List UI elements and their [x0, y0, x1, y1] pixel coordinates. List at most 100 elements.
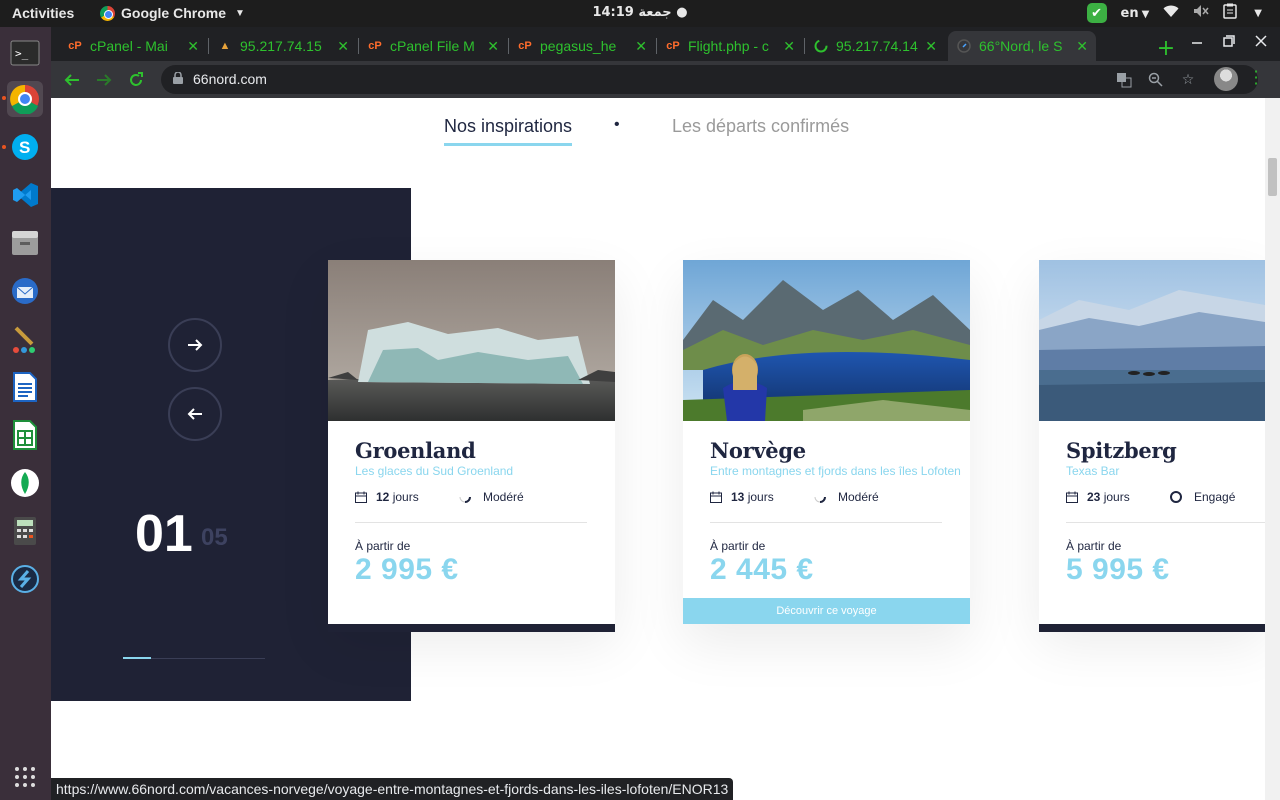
price-from-label: À partir de — [710, 539, 766, 553]
thunderbird-icon[interactable] — [7, 273, 43, 309]
web-page: Nos inspirations • Les départs confirmés… — [51, 98, 1280, 800]
close-tab-icon[interactable]: ✕ — [925, 38, 937, 55]
show-applications-icon[interactable] — [7, 759, 43, 795]
mongodb-icon[interactable] — [7, 465, 43, 501]
trip-days-number: 12 — [376, 490, 390, 504]
app-launcher-s-icon[interactable] — [7, 561, 43, 597]
reload-button[interactable] — [123, 67, 149, 93]
arrow-left-icon — [64, 74, 79, 86]
discover-trip-button[interactable]: Découvrir ce voyage — [683, 598, 970, 624]
svg-text:>_: >_ — [15, 47, 29, 60]
tab-ip-1[interactable]: ▲ 95.217.74.15 ✕ — [209, 31, 357, 61]
restore-icon[interactable] — [1223, 35, 1235, 51]
writer-icon[interactable] — [7, 369, 43, 405]
trip-card-spitzberg[interactable]: Spitzberg Texas Bar 23 jours Engagé À pa… — [1039, 260, 1280, 632]
tab-flight-php[interactable]: cP Flight.php - c ✕ — [657, 31, 803, 61]
back-button[interactable] — [59, 67, 85, 93]
calc-spreadsheet-icon[interactable] — [7, 417, 43, 453]
iceberg-photo — [328, 260, 615, 421]
files-icon[interactable] — [7, 225, 43, 261]
new-tab-button[interactable]: + — [1154, 36, 1178, 61]
trip-card-body: Norvège Entre montagnes et fjords dans l… — [710, 438, 970, 587]
trip-difficulty: Modéré — [459, 490, 524, 504]
close-tab-icon[interactable]: ✕ — [635, 38, 647, 55]
next-slide-button[interactable] — [168, 318, 222, 372]
volume-muted-icon[interactable] — [1193, 4, 1209, 22]
warning-icon: ▲ — [219, 40, 231, 52]
tab-nos-inspirations[interactable]: Nos inspirations — [444, 116, 573, 146]
tab-strip: cP cPanel - Mai ✕ ▲ 95.217.74.15 ✕ cP cP… — [51, 27, 1280, 61]
card-divider — [1066, 522, 1280, 523]
tab-cpanel-file-manager[interactable]: cP cPanel File M ✕ — [359, 31, 507, 61]
trip-days-unit: jours — [1103, 490, 1130, 504]
translate-icon[interactable] — [1114, 70, 1134, 90]
chevron-down-icon: ▼ — [1141, 8, 1150, 20]
slide-progress-fill — [123, 657, 152, 659]
tab-title: 66°Nord, le S — [979, 38, 1063, 54]
trip-meta: 13 jours Modéré — [710, 490, 970, 504]
card-bottom-bar — [328, 624, 615, 632]
trip-card-body: Spitzberg Texas Bar 23 jours Engagé À pa… — [1066, 438, 1280, 587]
system-menu-chevron-icon[interactable]: ▼ — [1254, 8, 1262, 19]
skype-icon[interactable]: S — [7, 129, 43, 165]
trip-name: Norvège — [710, 438, 806, 463]
cpanel-icon: cP — [518, 40, 532, 52]
slide-total-number: 05 — [201, 524, 228, 551]
page-scrollbar[interactable] — [1265, 98, 1280, 800]
trip-days-unit: jours — [747, 490, 774, 504]
browser-toolbar: 66nord.com ☆ · · · — [51, 61, 1280, 98]
cpanel-icon: cP — [666, 40, 680, 52]
forward-button[interactable] — [91, 67, 117, 93]
app-menu[interactable]: Google Chrome ▼ — [100, 5, 245, 21]
close-tab-icon[interactable]: ✕ — [337, 38, 349, 55]
calendar-icon — [710, 491, 722, 503]
battery-clipboard-icon[interactable] — [1223, 3, 1238, 23]
tab-title: cPanel File M — [390, 38, 475, 54]
paint-brush-icon[interactable] — [7, 321, 43, 357]
terminal-icon[interactable]: >_ — [7, 35, 43, 71]
trip-tagline: Les glaces du Sud Groenland — [355, 464, 514, 478]
tab-title: pegasus_he — [540, 38, 617, 54]
tab-cpanel-mail[interactable]: cP cPanel - Mai ✕ — [59, 31, 207, 61]
previous-slide-button[interactable] — [168, 387, 222, 441]
subnav-separator: • — [614, 116, 620, 133]
tab-ip-2[interactable]: 95.217.74.14 ✕ — [805, 31, 945, 61]
close-tab-icon[interactable]: ✕ — [487, 38, 499, 55]
trip-price: 2 445 € — [710, 553, 814, 586]
address-bar[interactable]: 66nord.com ☆ — [161, 65, 1258, 94]
difficulty-moderate-icon — [814, 496, 826, 503]
calculator-icon[interactable] — [7, 513, 43, 549]
trip-card-norvege[interactable]: Norvège Entre montagnes et fjords dans l… — [683, 260, 970, 624]
activities-button[interactable]: Activities — [12, 5, 74, 21]
trip-card-groenland[interactable]: Groenland Les glaces du Sud Groenland 12… — [328, 260, 615, 632]
cpanel-icon: cP — [368, 40, 382, 52]
difficulty-moderate-icon — [459, 496, 471, 503]
trip-days-number: 23 — [1087, 490, 1101, 504]
close-window-icon[interactable] — [1255, 35, 1267, 51]
wifi-icon[interactable] — [1163, 4, 1179, 22]
close-tab-icon[interactable]: ✕ — [783, 38, 795, 55]
chrome-menu-icon[interactable]: · · · — [1251, 64, 1261, 92]
tab-pegasus[interactable]: cP pegasus_he ✕ — [509, 31, 655, 61]
close-tab-icon[interactable]: ✕ — [1076, 38, 1088, 55]
tab-departs-confirmes[interactable]: Les départs confirmés — [672, 116, 849, 137]
difficulty-engaged-icon — [1170, 491, 1182, 503]
profile-avatar[interactable] — [1214, 67, 1238, 91]
zoom-icon[interactable] — [1146, 70, 1166, 90]
chrome-dock-icon[interactable] — [7, 81, 43, 117]
inspiration-subnav: Nos inspirations • Les départs confirmés — [51, 116, 1265, 156]
scrollbar-thumb[interactable] — [1268, 158, 1277, 196]
language-selector[interactable]: en ▼ — [1121, 6, 1150, 21]
close-tab-icon[interactable]: ✕ — [187, 38, 199, 55]
bookmark-star-icon[interactable]: ☆ — [1178, 70, 1198, 90]
trip-duration: 13 jours — [710, 490, 814, 504]
vscode-icon[interactable] — [7, 177, 43, 213]
minimize-icon[interactable] — [1191, 35, 1203, 51]
reload-icon — [130, 72, 143, 86]
update-check-icon[interactable]: ✔ — [1086, 3, 1107, 23]
trip-name: Spitzberg — [1066, 438, 1177, 463]
trip-tagline: Entre montagnes et fjords dans les îles … — [710, 464, 961, 478]
trip-price: 5 995 € — [1066, 553, 1170, 586]
tab-66nord[interactable]: 66°Nord, le S ✕ — [948, 31, 1096, 61]
arrow-left-icon — [187, 408, 202, 420]
